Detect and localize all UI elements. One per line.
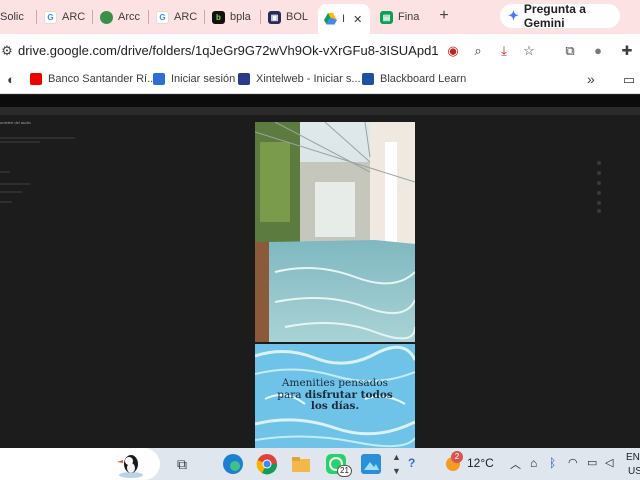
- camera-off-icon[interactable]: ◉: [446, 44, 460, 58]
- language-label[interactable]: ENG: [626, 452, 640, 463]
- background-list-row: [0, 141, 40, 143]
- background-list-row: [0, 171, 10, 173]
- tab-drive-active[interactable]: I ✕: [318, 4, 370, 34]
- drive-icon: [324, 13, 337, 26]
- background-list-row: [0, 201, 12, 203]
- chrome-icon[interactable]: [256, 453, 278, 475]
- tab-2[interactable]: G ARC: [44, 4, 90, 30]
- bookmarks-bar: ◐ Banco Santander Rí... Iniciar sesión X…: [0, 68, 640, 94]
- bluetooth-icon[interactable]: ᛒ: [549, 456, 556, 470]
- santander-icon: [30, 73, 42, 85]
- chevron-up-icon[interactable]: ▲: [392, 452, 401, 462]
- weather-icon[interactable]: 2: [442, 451, 464, 475]
- side-panel-dot: [597, 209, 601, 213]
- bol-icon: ▣: [268, 10, 281, 24]
- tab-6[interactable]: ▣ BOL: [268, 4, 312, 30]
- extension-icon[interactable]: ⧉: [563, 44, 577, 58]
- bookmark-iniciar-sesion[interactable]: Iniciar sesión: [153, 73, 235, 85]
- chevron-down-icon[interactable]: ▼: [392, 466, 401, 476]
- file-preview-viewer: umbiert del audio Amenities pensados par…: [0, 95, 640, 448]
- battery-icon[interactable]: ▭: [587, 456, 597, 469]
- tab-2-label: ARC: [62, 11, 86, 23]
- sheets-icon: ▤: [380, 10, 393, 24]
- side-panel-dot: [597, 161, 601, 165]
- gemini-button[interactable]: ✦ Pregunta a Gemini: [500, 2, 620, 30]
- tab-1-label: Solic: [0, 11, 24, 23]
- zoom-icon[interactable]: ⌕: [471, 44, 485, 58]
- whatsapp-icon[interactable]: 21: [325, 453, 352, 477]
- pool-photo: [255, 122, 415, 342]
- wifi-icon[interactable]: ◠: [568, 456, 578, 469]
- region-label[interactable]: US: [628, 466, 640, 477]
- side-panel-dot: [597, 181, 601, 185]
- bookmark-xintelweb[interactable]: Xintelweb - Iniciar s...: [238, 73, 361, 85]
- folder-icon[interactable]: ▭: [622, 73, 636, 87]
- globe-icon: [100, 10, 113, 24]
- puzzle-icon[interactable]: ✚: [620, 44, 634, 58]
- new-tab-button[interactable]: +: [434, 6, 454, 26]
- background-list-row: [0, 183, 30, 185]
- tab-1[interactable]: Solic: [0, 4, 36, 30]
- side-panel-dot: [597, 201, 601, 205]
- volume-icon[interactable]: ◁: [605, 456, 613, 469]
- bookmark-star-icon[interactable]: ☆: [522, 44, 536, 58]
- viewer-header: umbiert del audio: [0, 107, 640, 125]
- tab-6-label: BOL: [286, 11, 309, 23]
- temperature-label[interactable]: 12°C: [467, 456, 494, 470]
- chromium-icon[interactable]: ◐: [4, 73, 18, 87]
- close-tab-icon[interactable]: ✕: [353, 13, 362, 26]
- bookmark-label: Blackboard Learn: [380, 73, 467, 85]
- google-icon: G: [156, 10, 169, 24]
- background-list-row: [0, 137, 75, 139]
- bookmark-santander[interactable]: Banco Santander Rí...: [30, 73, 156, 85]
- help-icon[interactable]: ?: [408, 456, 415, 470]
- blackboard-icon: [362, 73, 374, 85]
- tab-3-label: Arcc: [118, 11, 140, 23]
- tab-5-label: bpla: [230, 11, 251, 23]
- bookmark-label: Banco Santander Rí...: [48, 73, 157, 85]
- google-icon: G: [44, 10, 57, 24]
- bookmark-label: Iniciar sesión: [171, 73, 236, 85]
- site-info-icon[interactable]: ⚙: [0, 44, 14, 58]
- install-app-icon[interactable]: ⤓: [497, 44, 511, 58]
- xintelweb-icon: [238, 73, 250, 85]
- tray-overflow-icon[interactable]: ︿: [510, 456, 521, 472]
- tab-8-label: Fina: [398, 11, 420, 23]
- file-explorer-icon[interactable]: [290, 453, 312, 475]
- slide-line-3: los días.: [310, 400, 360, 412]
- address-bar[interactable]: drive.google.com/drive/folders/1qJeGr9G7…: [18, 43, 439, 58]
- background-list-row: [0, 191, 22, 193]
- tab-4-label: ARC: [174, 11, 198, 23]
- bookmark-blackboard[interactable]: Blackboard Learn: [362, 73, 466, 85]
- viewer-top-bar: [0, 95, 640, 107]
- tab-7-label: I: [342, 13, 346, 25]
- windows-taskbar: ⧉ 21 ▲ ▼ ? 2 12°C ︿ ⌂ ᛒ ◠ ▭ ◁ ENG US: [0, 448, 640, 480]
- gemini-label: Pregunta a Gemini: [523, 2, 586, 30]
- edge-icon[interactable]: [222, 453, 244, 475]
- bookmarks-more-button[interactable]: »: [587, 71, 595, 87]
- mail-icon: [153, 73, 165, 85]
- puffin-icon: [117, 455, 143, 478]
- weather-alert-badge: 2: [451, 451, 463, 463]
- tab-5[interactable]: b bpla: [212, 4, 256, 30]
- amenities-slide: Amenities pensados para disfrutar todos …: [255, 344, 415, 448]
- task-view-icon[interactable]: ⧉: [171, 453, 193, 475]
- b-app-icon: b: [212, 10, 225, 24]
- side-panel-dot: [597, 171, 601, 175]
- taskbar-search-box[interactable]: [0, 448, 160, 480]
- profile-circle-icon[interactable]: ●: [591, 44, 605, 58]
- side-panel-dot: [597, 191, 601, 195]
- slide-headline: Amenities pensados para disfrutar todos …: [255, 377, 415, 413]
- address-toolbar: ⚙ drive.google.com/drive/folders/1qJeGr9…: [0, 34, 640, 68]
- tab-8[interactable]: ▤ Fina: [380, 4, 424, 30]
- tab-4[interactable]: G ARC: [156, 4, 200, 30]
- gemini-spark-icon: ✦: [508, 8, 519, 23]
- camera-icon[interactable]: ⌂: [530, 456, 537, 470]
- bookmark-label: Xintelweb - Iniciar s...: [256, 73, 361, 85]
- whatsapp-unread-badge: 21: [337, 465, 352, 477]
- photos-icon[interactable]: [360, 453, 382, 475]
- tab-3[interactable]: Arcc: [100, 4, 142, 30]
- viewer-file-title: umbiert del audio: [0, 120, 31, 125]
- tab-strip: Solic G ARC Arcc G ARC b bpla ▣ BOL I ✕ …: [0, 0, 640, 34]
